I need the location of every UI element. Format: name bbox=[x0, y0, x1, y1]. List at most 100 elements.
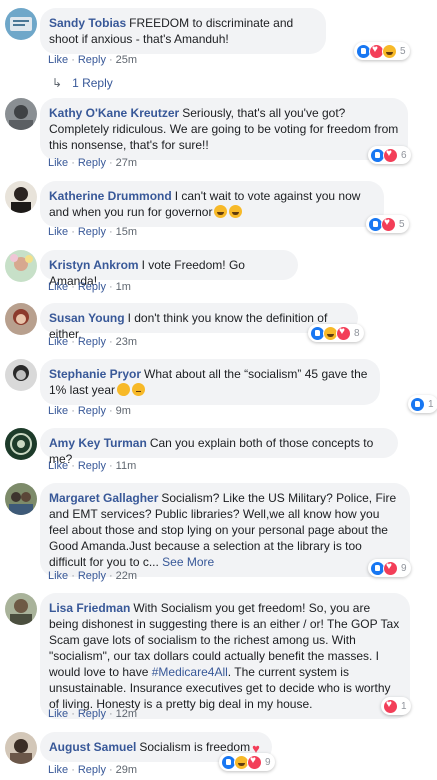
reply-button[interactable]: Reply bbox=[78, 764, 106, 776]
like-button[interactable]: Like bbox=[48, 226, 68, 238]
comment-bubble: Kathy O'Kane Kreutzer Seriously, that's a… bbox=[40, 98, 408, 160]
like-button[interactable]: Like bbox=[48, 570, 68, 582]
reply-button[interactable]: Reply bbox=[78, 460, 106, 472]
comment-author[interactable]: Kristyn Ankrom bbox=[49, 258, 139, 272]
reaction-count: 1 bbox=[428, 398, 434, 410]
timestamp[interactable]: 23m bbox=[116, 336, 137, 348]
comment-author[interactable]: Kathy O'Kane Kreutzer bbox=[49, 106, 179, 120]
reaction-count: 9 bbox=[265, 756, 271, 768]
reaction-count: 1 bbox=[401, 700, 407, 712]
comment-bubble: Katherine Drummond I can't wait to vote a… bbox=[40, 181, 384, 227]
reactions-summary[interactable]: 1 bbox=[408, 395, 437, 413]
comment-actions: Like · Reply · 12m bbox=[48, 708, 138, 720]
laughing-emoji-icon bbox=[229, 205, 243, 218]
comment-author[interactable]: Sandy Tobias bbox=[49, 16, 126, 30]
timestamp[interactable]: 22m bbox=[116, 570, 137, 582]
reaction-count: 9 bbox=[401, 562, 407, 574]
timestamp[interactable]: 12m bbox=[116, 708, 137, 720]
reactions-summary[interactable]: 5 bbox=[354, 42, 410, 60]
comment-actions: Like · Reply · 1m bbox=[48, 281, 131, 293]
love-reaction-icon bbox=[383, 698, 398, 714]
like-button[interactable]: Like bbox=[48, 281, 68, 293]
rolling-eyes-emoji-icon bbox=[117, 383, 131, 396]
comment-bubble: Lisa Friedman With Socialism you get free… bbox=[40, 593, 410, 719]
comment-author[interactable]: Margaret Gallagher bbox=[49, 491, 158, 505]
timestamp[interactable]: 11m bbox=[116, 460, 137, 472]
like-button[interactable]: Like bbox=[48, 54, 68, 66]
reply-button[interactable]: Reply bbox=[78, 336, 106, 348]
reaction-count: 8 bbox=[354, 327, 360, 339]
comment-text: Socialism is freedom bbox=[139, 740, 251, 754]
reply-button[interactable]: Reply bbox=[78, 281, 106, 293]
comment-author[interactable]: Stephanie Pryor bbox=[49, 367, 141, 381]
timestamp[interactable]: 15m bbox=[116, 226, 137, 238]
reactions-summary[interactable]: 5 bbox=[366, 215, 409, 233]
reaction-count: 6 bbox=[401, 149, 407, 161]
comment-author[interactable]: August Samuel bbox=[49, 740, 136, 754]
timestamp[interactable]: 27m bbox=[116, 157, 137, 169]
reply-button[interactable]: Reply bbox=[78, 157, 106, 169]
see-more-link[interactable]: See More bbox=[162, 555, 214, 569]
love-reaction-icon bbox=[247, 754, 262, 770]
avatar[interactable] bbox=[5, 593, 37, 625]
like-button[interactable]: Like bbox=[48, 708, 68, 720]
view-replies-link[interactable]: ↳ 1 Reply bbox=[52, 76, 113, 90]
love-reaction-icon bbox=[383, 147, 398, 163]
comment-actions: Like · Reply · 15m bbox=[48, 226, 138, 238]
timestamp[interactable]: 1m bbox=[116, 281, 131, 293]
reply-button[interactable]: Reply bbox=[78, 54, 106, 66]
reactions-summary[interactable]: 8 bbox=[308, 324, 364, 342]
reactions-summary[interactable]: 1 bbox=[381, 697, 411, 715]
avatar[interactable] bbox=[5, 428, 37, 460]
love-reaction-icon bbox=[381, 216, 396, 232]
comment-author[interactable]: Lisa Friedman bbox=[49, 601, 130, 615]
like-button[interactable]: Like bbox=[48, 157, 68, 169]
like-reaction-icon bbox=[410, 396, 425, 412]
like-button[interactable]: Like bbox=[48, 336, 68, 348]
comment-actions: Like · Reply · 11m bbox=[48, 460, 137, 472]
haha-reaction-icon bbox=[382, 43, 397, 59]
avatar[interactable] bbox=[5, 98, 37, 130]
like-button[interactable]: Like bbox=[48, 460, 68, 472]
like-button[interactable]: Like bbox=[48, 764, 68, 776]
laughing-emoji-icon bbox=[214, 205, 228, 218]
comment-author[interactable]: Amy Key Turman bbox=[49, 436, 147, 450]
comment-actions: Like · Reply · 25m bbox=[48, 54, 138, 66]
avatar[interactable] bbox=[5, 303, 37, 335]
timestamp[interactable]: 29m bbox=[116, 764, 137, 776]
avatar[interactable] bbox=[5, 732, 37, 764]
comment-actions: Like · Reply · 22m bbox=[48, 570, 138, 582]
comment-bubble: Stephanie Pryor What about all the “socia… bbox=[40, 359, 380, 405]
love-reaction-icon bbox=[383, 560, 398, 576]
reply-arrow-icon: ↳ bbox=[52, 76, 63, 90]
replies-count[interactable]: 1 Reply bbox=[72, 76, 113, 90]
comment-bubble: Sandy Tobias FREEDOM to discriminate and … bbox=[40, 8, 326, 54]
avatar[interactable] bbox=[5, 8, 37, 40]
love-reaction-icon bbox=[336, 325, 351, 341]
reactions-summary[interactable]: 6 bbox=[368, 146, 411, 164]
timestamp[interactable]: 25m bbox=[116, 54, 137, 66]
timestamp[interactable]: 9m bbox=[116, 405, 131, 417]
comment-bubble: Kristyn Ankrom I vote Freedom! Go Amanda! bbox=[40, 250, 298, 288]
reactions-summary[interactable]: 9 bbox=[219, 753, 275, 771]
like-button[interactable]: Like bbox=[48, 405, 68, 417]
comment-bubble: Amy Key Turman Can you explain both of th… bbox=[40, 428, 398, 466]
comment-actions: Like · Reply · 27m bbox=[48, 157, 138, 169]
comment-author[interactable]: Susan Young bbox=[49, 311, 125, 325]
reaction-count: 5 bbox=[400, 45, 406, 57]
reactions-summary[interactable]: 9 bbox=[368, 559, 411, 577]
avatar[interactable] bbox=[5, 359, 37, 391]
reply-button[interactable]: Reply bbox=[78, 570, 106, 582]
reply-button[interactable]: Reply bbox=[78, 226, 106, 238]
avatar[interactable] bbox=[5, 250, 37, 282]
comment-actions: Like · Reply · 29m bbox=[48, 764, 138, 776]
thinking-emoji-icon bbox=[132, 383, 146, 396]
comment-author[interactable]: Katherine Drummond bbox=[49, 189, 172, 203]
comment-actions: Like · Reply · 23m bbox=[48, 336, 138, 348]
avatar[interactable] bbox=[5, 181, 37, 213]
comment-bubble: Margaret Gallagher Socialism? Like the US… bbox=[40, 483, 410, 577]
hashtag-link[interactable]: #Medicare4All bbox=[152, 665, 228, 679]
avatar[interactable] bbox=[5, 483, 37, 515]
reply-button[interactable]: Reply bbox=[78, 708, 106, 720]
reply-button[interactable]: Reply bbox=[78, 405, 106, 417]
